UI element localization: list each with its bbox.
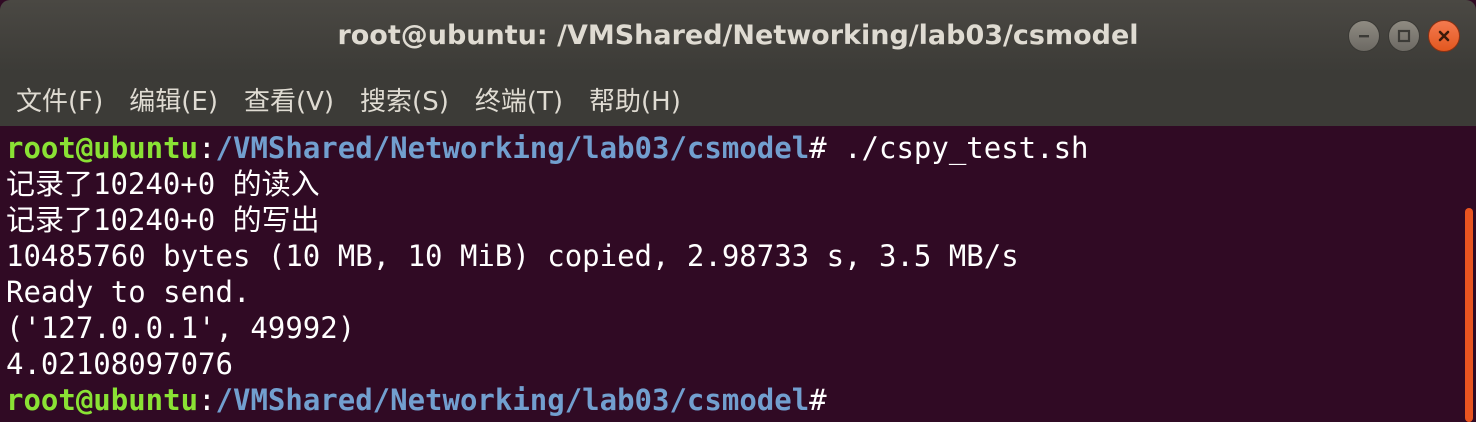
terminal-line-prompt: root@ubuntu:/VMShared/Networking/lab03/c… (6, 382, 1462, 418)
terminal-output-line: 记录了10240+0 的写出 (6, 203, 320, 237)
title-bar[interactable]: root@ubuntu: /VMShared/Networking/lab03/… (0, 0, 1476, 72)
prompt-hash: # (809, 383, 827, 417)
terminal-area[interactable]: root@ubuntu:/VMShared/Networking/lab03/c… (0, 126, 1462, 422)
menu-help[interactable]: 帮助(H) (589, 81, 681, 118)
prompt-colon: : (198, 383, 216, 417)
scrollbar-thumb[interactable] (1465, 208, 1473, 422)
prompt-colon: : (198, 131, 216, 165)
menu-bar: 文件(F) 编辑(E) 查看(V) 搜索(S) 终端(T) 帮助(H) (0, 72, 1476, 126)
maximize-icon (1397, 29, 1411, 43)
prompt-path: /VMShared/Networking/lab03/csmodel (215, 131, 810, 165)
prompt-path: /VMShared/Networking/lab03/csmodel (215, 383, 810, 417)
menu-terminal[interactable]: 终端(T) (475, 81, 563, 118)
maximize-button[interactable] (1388, 20, 1420, 52)
menu-search[interactable]: 搜索(S) (360, 81, 449, 118)
menu-edit[interactable]: 编辑(E) (129, 81, 218, 118)
menu-view[interactable]: 查看(V) (244, 81, 334, 118)
terminal-scrollbar[interactable] (1462, 126, 1476, 422)
terminal-output-line: 记录了10240+0 的读入 (6, 167, 320, 201)
close-button[interactable] (1428, 20, 1460, 52)
minimize-button[interactable] (1348, 20, 1380, 52)
prompt-user: root@ubuntu (6, 131, 199, 165)
terminal-output-line: 4.02108097076 (6, 347, 233, 381)
terminal-output-line: Ready to send. (6, 275, 251, 309)
close-icon (1438, 30, 1450, 42)
prompt-hash: # (809, 131, 827, 165)
command-text: ./cspy_test.sh (826, 131, 1089, 165)
menu-file[interactable]: 文件(F) (16, 81, 103, 118)
terminal-line-command: root@ubuntu:/VMShared/Networking/lab03/c… (6, 130, 1462, 166)
terminal-window: root@ubuntu: /VMShared/Networking/lab03/… (0, 0, 1476, 422)
prompt-user: root@ubuntu (6, 383, 199, 417)
window-title: root@ubuntu: /VMShared/Networking/lab03/… (337, 20, 1139, 51)
minimize-icon (1359, 35, 1369, 38)
terminal-output-line: 10485760 bytes (10 MB, 10 MiB) copied, 2… (6, 239, 1019, 273)
terminal-output-line: ('127.0.0.1', 49992) (6, 311, 356, 345)
